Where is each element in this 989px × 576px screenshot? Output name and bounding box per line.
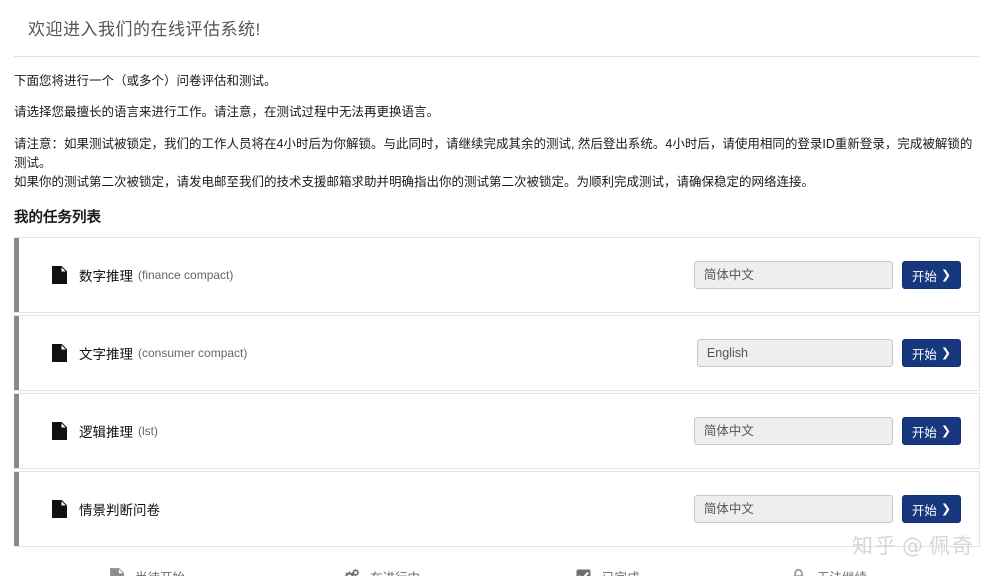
task-label: 文字推理 (consumer compact) (14, 343, 247, 363)
row-status-accent-bar (14, 316, 19, 390)
legend-item-completed: 已完成 (575, 567, 790, 576)
legend-item-locked: 无法继续 (790, 567, 867, 576)
page-header: 欢迎进入我们的在线评估系统! (14, 0, 979, 57)
row-status-accent-bar (14, 238, 19, 312)
start-button-label: 开始 (911, 347, 937, 362)
task-subtitle: (finance compact) (138, 268, 234, 282)
intro-line-1: 下面您将进行一个（或多个）问卷评估和测试。 (14, 74, 277, 88)
intro-note-line-1: 请注意：如果测试被锁定，我们的工作人员将在4小时后为你解锁。与此同时，请继续完成… (14, 137, 973, 170)
language-select[interactable]: 简体中文 (693, 261, 893, 289)
chevron-right-icon: ❯ (940, 423, 951, 438)
legend-label: 在进行中 (370, 567, 420, 576)
legend-item-pending: 尚待开始 (108, 567, 343, 576)
chevron-right-icon: ❯ (940, 345, 951, 360)
lock-icon (790, 567, 807, 576)
task-row: 逻辑推理 (lst) 简体中文 开始 ❯ (14, 393, 980, 469)
task-label: 数字推理 (finance compact) (14, 265, 233, 285)
task-list: 数字推理 (finance compact) 简体中文 开始 ❯ 文字推理 (c… (14, 237, 980, 547)
task-row: 文字推理 (consumer compact) English 开始 ❯ (14, 315, 980, 391)
document-icon (52, 266, 67, 284)
document-icon (52, 344, 67, 362)
legend-label: 已完成 (602, 567, 640, 576)
chevron-right-icon: ❯ (940, 267, 951, 282)
task-list-title: 我的任务列表 (14, 210, 101, 226)
start-button[interactable]: 开始 ❯ (901, 417, 961, 445)
task-name: 文字推理 (79, 347, 133, 362)
task-controls: 简体中文 开始 ❯ (693, 417, 961, 445)
legend-item-in-progress: 在进行中 (343, 567, 575, 576)
start-button[interactable]: 开始 ❯ (901, 261, 961, 289)
document-icon (52, 422, 67, 440)
checkbox-checked-icon (575, 567, 592, 576)
language-select[interactable]: 简体中文 (693, 495, 893, 523)
task-name: 数字推理 (79, 269, 133, 284)
legend-label: 无法继续 (817, 567, 867, 576)
gears-icon (343, 567, 360, 576)
page-title: 欢迎进入我们的在线评估系统! (28, 20, 261, 39)
start-button[interactable]: 开始 ❯ (901, 495, 961, 523)
task-subtitle: (consumer compact) (138, 346, 248, 360)
chevron-right-icon: ❯ (940, 501, 951, 516)
task-name: 逻辑推理 (79, 425, 133, 440)
start-button-label: 开始 (911, 503, 937, 518)
intro-note-line-2: 如果你的测试第二次被锁定，请发电邮至我们的技术支援邮箱求助并明确指出你的测试第二… (14, 175, 815, 189)
task-label: 情景判断问卷 (14, 499, 165, 519)
start-button-label: 开始 (911, 425, 937, 440)
intro-text: 下面您将进行一个（或多个）问卷评估和测试。 请选择您最擅长的语言来进行工作。请注… (0, 57, 989, 192)
status-legend: 尚待开始 在进行中 (0, 561, 989, 576)
intro-note: 请注意：如果测试被锁定，我们的工作人员将在4小时后为你解锁。与此同时，请继续完成… (14, 135, 973, 192)
task-label: 逻辑推理 (lst) (14, 421, 158, 441)
task-row: 数字推理 (finance compact) 简体中文 开始 ❯ (14, 237, 980, 313)
document-icon (108, 567, 125, 576)
start-button-label: 开始 (911, 269, 937, 284)
row-status-accent-bar (14, 472, 19, 546)
language-select[interactable]: English (696, 339, 893, 367)
task-controls: 简体中文 开始 ❯ (693, 495, 961, 523)
legend-label: 尚待开始 (135, 567, 185, 576)
row-status-accent-bar (14, 394, 19, 468)
task-row: 情景判断问卷 简体中文 开始 ❯ (14, 471, 980, 547)
task-name: 情景判断问卷 (79, 503, 160, 518)
intro-line-2: 请选择您最擅长的语言来进行工作。请注意，在测试过程中无法再更换语言。 (14, 105, 440, 119)
language-select[interactable]: 简体中文 (693, 417, 893, 445)
task-subtitle: (lst) (138, 424, 158, 438)
assessment-page: 欢迎进入我们的在线评估系统! 下面您将进行一个（或多个）问卷评估和测试。 请选择… (0, 0, 989, 576)
document-icon (52, 500, 67, 518)
start-button[interactable]: 开始 ❯ (901, 339, 961, 367)
task-controls: 简体中文 开始 ❯ (693, 261, 961, 289)
task-controls: English 开始 ❯ (696, 339, 961, 367)
